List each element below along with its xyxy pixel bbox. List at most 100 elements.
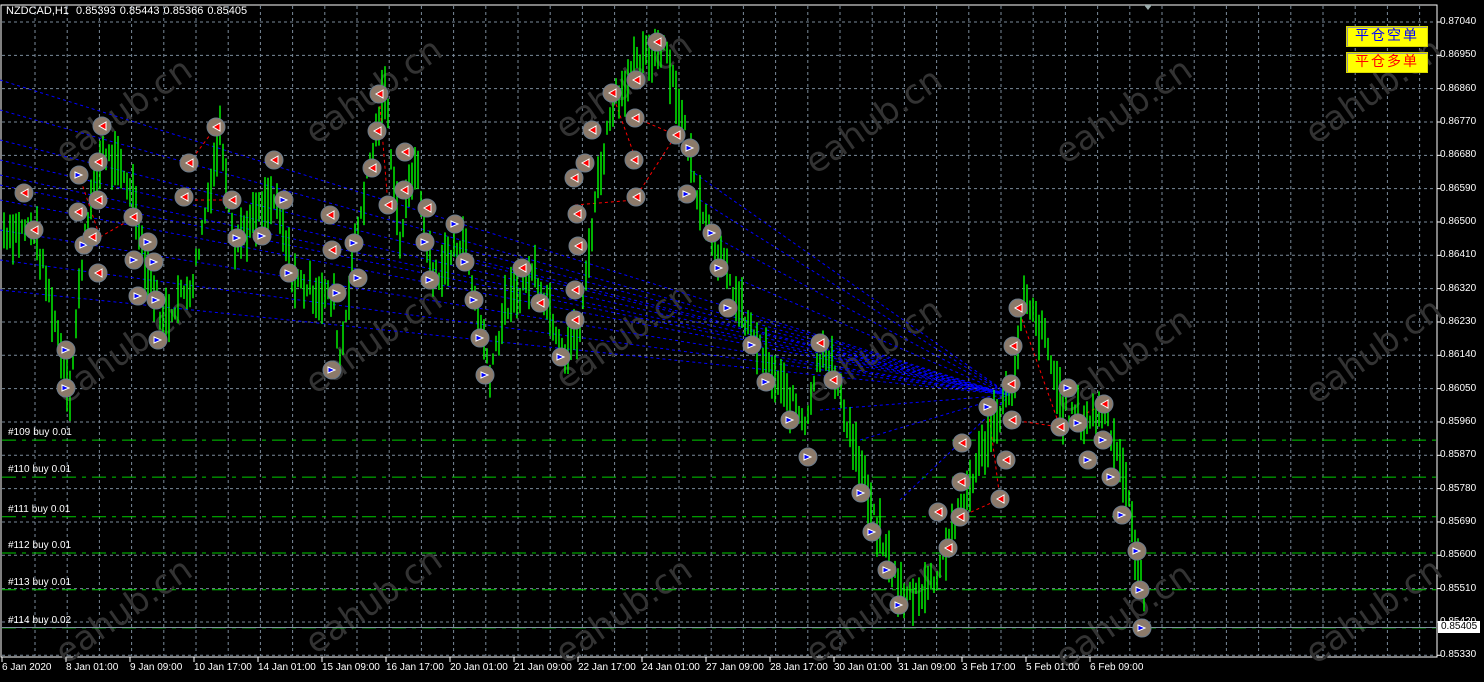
sell-arrow-icon[interactable] bbox=[322, 240, 342, 260]
buy-arrow-icon[interactable] bbox=[348, 268, 368, 288]
buy-arrow-icon[interactable] bbox=[69, 165, 89, 185]
sell-arrow-icon[interactable] bbox=[565, 310, 585, 330]
buy-arrow-icon[interactable] bbox=[709, 258, 729, 278]
buy-arrow-icon[interactable] bbox=[415, 232, 435, 252]
buy-arrow-icon[interactable] bbox=[279, 263, 299, 283]
buy-arrow-icon[interactable] bbox=[978, 397, 998, 417]
buy-arrow-icon[interactable] bbox=[128, 286, 148, 306]
buy-arrow-icon[interactable] bbox=[742, 335, 762, 355]
sell-arrow-icon[interactable] bbox=[264, 150, 284, 170]
buy-arrow-icon[interactable] bbox=[1068, 413, 1088, 433]
price-chart[interactable]: eahub.cn eahub.cn eahub.cn eahub.cn eahub.cn… bbox=[0, 0, 1484, 682]
sell-arrow-icon[interactable] bbox=[512, 258, 532, 278]
buy-arrow-icon[interactable] bbox=[1101, 467, 1121, 487]
sell-arrow-icon[interactable] bbox=[320, 205, 340, 225]
buy-arrow-icon[interactable] bbox=[702, 223, 722, 243]
sell-arrow-icon[interactable] bbox=[1003, 336, 1023, 356]
sell-arrow-icon[interactable] bbox=[950, 507, 970, 527]
buy-arrow-icon[interactable] bbox=[1078, 450, 1098, 470]
sell-arrow-icon[interactable] bbox=[1094, 394, 1114, 414]
sell-arrow-icon[interactable] bbox=[567, 204, 587, 224]
buy-arrow-icon[interactable] bbox=[756, 372, 776, 392]
buy-arrow-icon[interactable] bbox=[445, 214, 465, 234]
sell-arrow-icon[interactable] bbox=[938, 538, 958, 558]
sell-arrow-icon[interactable] bbox=[624, 150, 644, 170]
sell-arrow-icon[interactable] bbox=[369, 84, 389, 104]
buy-arrow-icon[interactable] bbox=[470, 328, 490, 348]
sell-arrow-icon[interactable] bbox=[990, 489, 1010, 509]
sell-arrow-icon[interactable] bbox=[1001, 374, 1021, 394]
sell-arrow-icon[interactable] bbox=[378, 195, 398, 215]
buy-arrow-icon[interactable] bbox=[680, 138, 700, 158]
sell-arrow-icon[interactable] bbox=[362, 158, 382, 178]
sell-arrow-icon[interactable] bbox=[996, 450, 1016, 470]
sell-arrow-icon[interactable] bbox=[88, 263, 108, 283]
buy-arrow-icon[interactable] bbox=[124, 250, 144, 270]
sell-arrow-icon[interactable] bbox=[395, 142, 415, 162]
buy-arrow-icon[interactable] bbox=[252, 226, 272, 246]
sell-arrow-icon[interactable] bbox=[88, 190, 108, 210]
buy-arrow-icon[interactable] bbox=[780, 410, 800, 430]
buy-arrow-icon[interactable] bbox=[889, 595, 909, 615]
sell-arrow-icon[interactable] bbox=[174, 187, 194, 207]
buy-arrow-icon[interactable] bbox=[1132, 618, 1152, 638]
sell-arrow-icon[interactable] bbox=[179, 153, 199, 173]
sell-arrow-icon[interactable] bbox=[810, 333, 830, 353]
buy-arrow-icon[interactable] bbox=[274, 190, 294, 210]
sell-arrow-icon[interactable] bbox=[24, 220, 44, 240]
buy-arrow-icon[interactable] bbox=[798, 447, 818, 467]
buy-arrow-icon[interactable] bbox=[1127, 541, 1147, 561]
buy-arrow-icon[interactable] bbox=[227, 228, 247, 248]
sell-arrow-icon[interactable] bbox=[88, 152, 108, 172]
buy-arrow-icon[interactable] bbox=[464, 290, 484, 310]
sell-arrow-icon[interactable] bbox=[1002, 410, 1022, 430]
sell-arrow-icon[interactable] bbox=[568, 236, 588, 256]
sell-arrow-icon[interactable] bbox=[1050, 417, 1070, 437]
buy-arrow-icon[interactable] bbox=[144, 252, 164, 272]
sell-arrow-icon[interactable] bbox=[394, 180, 414, 200]
sell-arrow-icon[interactable] bbox=[626, 70, 646, 90]
buy-arrow-icon[interactable] bbox=[420, 270, 440, 290]
buy-arrow-icon[interactable] bbox=[475, 365, 495, 385]
sell-arrow-icon[interactable] bbox=[1008, 298, 1028, 318]
sell-arrow-icon[interactable] bbox=[951, 472, 971, 492]
buy-arrow-icon[interactable] bbox=[551, 347, 571, 367]
sell-arrow-icon[interactable] bbox=[928, 502, 948, 522]
buy-arrow-icon[interactable] bbox=[138, 232, 158, 252]
sell-arrow-icon[interactable] bbox=[222, 190, 242, 210]
close-long-orders-button[interactable]: 平仓多单 bbox=[1346, 52, 1428, 73]
sell-arrow-icon[interactable] bbox=[625, 108, 645, 128]
sell-arrow-icon[interactable] bbox=[530, 293, 550, 313]
sell-arrow-icon[interactable] bbox=[565, 280, 585, 300]
buy-arrow-icon[interactable] bbox=[344, 233, 364, 253]
buy-arrow-icon[interactable] bbox=[851, 483, 871, 503]
sell-arrow-icon[interactable] bbox=[602, 83, 622, 103]
buy-arrow-icon[interactable] bbox=[1093, 430, 1113, 450]
sell-arrow-icon[interactable] bbox=[564, 168, 584, 188]
buy-arrow-icon[interactable] bbox=[455, 252, 475, 272]
sell-arrow-icon[interactable] bbox=[666, 125, 686, 145]
buy-arrow-icon[interactable] bbox=[1058, 378, 1078, 398]
sell-arrow-icon[interactable] bbox=[92, 116, 112, 136]
close-short-orders-button[interactable]: 平仓空单 bbox=[1346, 26, 1428, 47]
sell-arrow-icon[interactable] bbox=[123, 207, 143, 227]
sell-arrow-icon[interactable] bbox=[582, 120, 602, 140]
sell-arrow-icon[interactable] bbox=[206, 117, 226, 137]
buy-arrow-icon[interactable] bbox=[327, 283, 347, 303]
buy-arrow-icon[interactable] bbox=[56, 378, 76, 398]
buy-arrow-icon[interactable] bbox=[56, 340, 76, 360]
sell-arrow-icon[interactable] bbox=[575, 153, 595, 173]
sell-arrow-icon[interactable] bbox=[417, 198, 437, 218]
buy-arrow-icon[interactable] bbox=[148, 330, 168, 350]
sell-arrow-icon[interactable] bbox=[823, 370, 843, 390]
buy-arrow-icon[interactable] bbox=[146, 290, 166, 310]
buy-arrow-icon[interactable] bbox=[1130, 580, 1150, 600]
sell-arrow-icon[interactable] bbox=[68, 202, 88, 222]
buy-arrow-icon[interactable] bbox=[322, 360, 342, 380]
sell-arrow-icon[interactable] bbox=[952, 433, 972, 453]
buy-arrow-icon[interactable] bbox=[718, 298, 738, 318]
sell-arrow-icon[interactable] bbox=[82, 227, 102, 247]
sell-arrow-icon[interactable] bbox=[647, 32, 667, 52]
buy-arrow-icon[interactable] bbox=[1112, 505, 1132, 525]
sell-arrow-icon[interactable] bbox=[626, 187, 646, 207]
